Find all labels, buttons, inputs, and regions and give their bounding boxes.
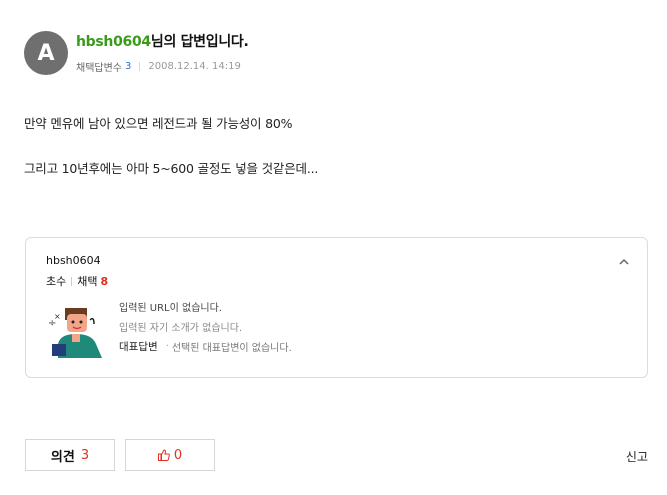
avatar-letter: A [37,40,55,66]
report-link[interactable]: 신고 [626,448,648,465]
profile-intro: 입력된 자기 소개가 없습니다. [119,323,243,334]
profile-rep-answer: 대표답변 · 선택된 대표답변이 없습니다. [119,339,292,354]
profile-illustration-icon: ÷ × [48,308,102,358]
svg-text:×: × [54,312,61,321]
title-suffix: 님의 답변입니다. [150,34,249,50]
opinion-button[interactable]: 의견 3 [25,439,115,471]
profile-grade: 초수 [46,275,67,288]
opinion-label: 의견 [50,449,75,465]
like-count: 0 [173,447,183,463]
profile-name[interactable]: hbsh0604 [46,254,101,267]
profile-grade-row: 초수 채택 8 [46,273,108,289]
thumbs-up-icon [157,449,170,461]
bullet: · [165,341,169,352]
answer-body-line: 만약 멘유에 남아 있으면 레전드과 될 가능성이 80% [24,116,293,131]
answer-meta: 채택답변수 3 2008.12.14. 14:19 [76,59,241,74]
divider [71,276,73,286]
rep-label: 대표답변 [119,341,158,353]
profile-adopt-label: 채택 [77,275,98,288]
answer-date: 2008.12.14. 14:19 [148,61,241,72]
author-name[interactable]: hbsh0604 [76,34,151,50]
chevron-up-icon[interactable] [617,254,631,268]
opinion-count: 3 [80,447,90,463]
profile-adopt-count: 8 [100,274,109,288]
profile-url: 입력된 URL이 없습니다. [119,303,222,314]
profile-card: hbsh0604 초수 채택 8 ÷ × 입력된 URL이 없습니다. 입력된 … [25,237,648,378]
adopted-label: 채택답변수 [76,63,122,74]
rep-text: 선택된 대표답변이 없습니다. [171,343,292,354]
divider [139,62,141,71]
answer-title: hbsh0604님의 답변입니다. [76,31,249,51]
like-button[interactable]: 0 [125,439,215,471]
answer-body-line: 그리고 10년후에는 아마 5~600 골정도 넣을 것같은데... [24,161,319,176]
avatar: A [24,31,68,75]
adopted-count: 3 [125,61,132,72]
